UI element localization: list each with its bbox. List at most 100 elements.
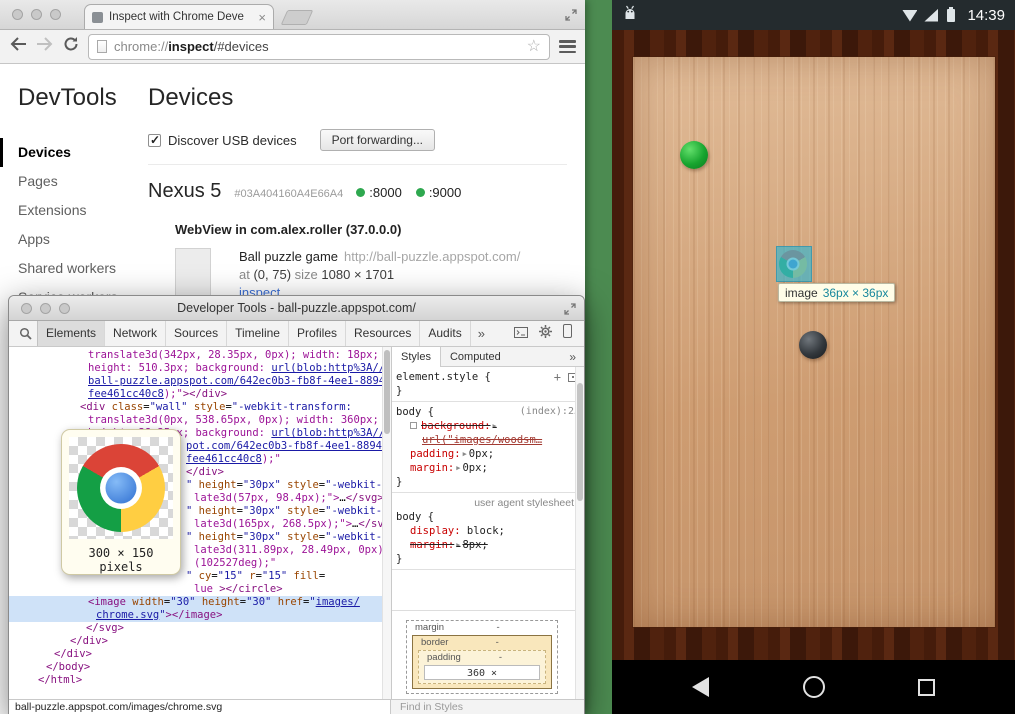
box-model-border[interactable]: border- padding- 360 × bbox=[412, 635, 552, 689]
settings-gear-icon[interactable] bbox=[539, 325, 552, 343]
code-line[interactable]: </div> bbox=[9, 635, 391, 648]
status-bar-clock: 14:39 bbox=[967, 7, 1005, 24]
scrollbar-thumb[interactable] bbox=[384, 350, 390, 434]
sidebar-item-extensions[interactable]: Extensions bbox=[0, 196, 132, 225]
minimize-window-button[interactable] bbox=[31, 9, 42, 20]
devtools-titlebar: Developer Tools - ball-puzzle.appspot.co… bbox=[9, 296, 584, 321]
devtools-toolbar: ElementsNetworkSourcesTimelineProfilesRe… bbox=[9, 321, 584, 347]
code-line[interactable]: fee461cc40c8);"></div> bbox=[9, 388, 391, 401]
more-tabs-chevron[interactable]: » bbox=[471, 326, 492, 341]
close-window-button[interactable] bbox=[12, 9, 23, 20]
scrollbar-thumb[interactable] bbox=[577, 383, 583, 501]
browser-tab[interactable]: Inspect with Chrome Deve × bbox=[84, 4, 274, 29]
fullscreen-icon[interactable] bbox=[564, 302, 576, 320]
code-line[interactable]: translate3d(0px, 538.65px, 0px); width: … bbox=[9, 414, 391, 427]
element-style-label: element.style { bbox=[396, 370, 491, 384]
new-tab-button[interactable] bbox=[281, 10, 314, 25]
box-model-content[interactable]: 360 × bbox=[424, 665, 540, 680]
styles-sidebar-tabs: Styles Computed » bbox=[392, 347, 584, 367]
reload-button[interactable] bbox=[63, 36, 79, 57]
code-line[interactable]: <image width="30" height="30" href="imag… bbox=[9, 596, 391, 609]
size-value: 1080 × 1701 bbox=[321, 267, 394, 282]
at-value: (0, 75) bbox=[253, 267, 291, 282]
bookmark-star-icon[interactable]: ☆ bbox=[527, 39, 541, 55]
desktop: { "colors": { "selection_blue": "#cfe2f8… bbox=[0, 0, 1015, 714]
sidebar-item-shared-workers[interactable]: Shared workers bbox=[0, 254, 132, 283]
zoom-window-button[interactable] bbox=[59, 303, 70, 314]
box-model-padding[interactable]: padding- 360 × bbox=[418, 650, 546, 684]
elements-scrollbar[interactable] bbox=[382, 347, 391, 699]
property-enable-checkbox[interactable] bbox=[410, 422, 417, 429]
css-property-background[interactable]: background:▶ bbox=[396, 419, 580, 433]
android-nav-bar bbox=[612, 660, 1015, 714]
code-line[interactable]: ball-puzzle.appspot.com/642ec0b3-fb8f-4e… bbox=[9, 375, 391, 388]
back-nav-button[interactable] bbox=[692, 677, 709, 697]
code-line[interactable]: translate3d(342px, 28.35px, 0px); width:… bbox=[9, 349, 391, 362]
devtools-tab-resources[interactable]: Resources bbox=[346, 321, 420, 346]
discover-usb-checkbox[interactable] bbox=[148, 134, 161, 147]
port-status-dot bbox=[356, 188, 365, 197]
devtools-window-controls bbox=[21, 303, 70, 314]
image-preview-tooltip: 300 × 150 pixels bbox=[61, 429, 181, 575]
home-nav-button[interactable] bbox=[803, 676, 825, 698]
devtools-tab-sources[interactable]: Sources bbox=[166, 321, 227, 346]
chrome-menu-icon[interactable] bbox=[559, 40, 576, 53]
css-property-display[interactable]: display: block; bbox=[396, 524, 580, 538]
styles-scrollbar[interactable] bbox=[575, 367, 584, 699]
element-style-section: element.style { + } bbox=[392, 367, 584, 402]
size-label: size bbox=[295, 267, 318, 282]
sidebar-item-apps[interactable]: Apps bbox=[0, 225, 132, 254]
tab-close-icon[interactable]: × bbox=[258, 12, 266, 23]
chrome-logo-image bbox=[77, 444, 165, 532]
fullscreen-icon[interactable] bbox=[565, 8, 577, 26]
sidebar-item-devices[interactable]: Devices bbox=[0, 138, 132, 167]
code-line[interactable]: </html> bbox=[9, 674, 391, 687]
tab-styles[interactable]: Styles bbox=[392, 347, 441, 367]
inspect-highlight-overlay bbox=[777, 247, 811, 281]
tab-computed[interactable]: Computed bbox=[441, 347, 510, 367]
recents-nav-button[interactable] bbox=[918, 679, 935, 696]
more-sidebar-tabs-chevron[interactable]: » bbox=[569, 350, 584, 364]
inspect-sidebar-items: DevicesPagesExtensionsAppsShared workers… bbox=[0, 138, 132, 312]
code-line[interactable]: height: 510.3px; background: url(blob:ht… bbox=[9, 362, 391, 375]
devtools-tab-audits[interactable]: Audits bbox=[420, 321, 470, 346]
back-button[interactable] bbox=[9, 36, 27, 57]
forward-button[interactable] bbox=[36, 36, 54, 57]
css-property-margin-ua[interactable]: margin:▶8px; bbox=[396, 538, 580, 552]
minimize-window-button[interactable] bbox=[40, 303, 51, 314]
devtools-tab-network[interactable]: Network bbox=[105, 321, 166, 346]
devtools-tab-timeline[interactable]: Timeline bbox=[227, 321, 289, 346]
box-model-margin[interactable]: margin- border- padding- 360 × bbox=[406, 620, 558, 694]
code-line[interactable]: </svg> bbox=[9, 622, 391, 635]
green-ball[interactable] bbox=[680, 141, 708, 169]
css-property-margin[interactable]: margin:▶0px; bbox=[396, 461, 580, 475]
zoom-window-button[interactable] bbox=[50, 9, 61, 20]
close-window-button[interactable] bbox=[21, 303, 32, 314]
game-board[interactable]: image 36px × 36px bbox=[633, 57, 995, 627]
code-line[interactable]: lue ></circle> bbox=[9, 583, 391, 596]
rule-source-link[interactable]: (index):25 bbox=[520, 405, 580, 419]
devtools-tab-elements[interactable]: Elements bbox=[37, 321, 105, 346]
code-line[interactable]: chrome.svg"></image> bbox=[9, 609, 391, 622]
device-ports: :8000:9000 bbox=[356, 185, 461, 200]
devtools-tab-profiles[interactable]: Profiles bbox=[289, 321, 346, 346]
console-drawer-icon[interactable] bbox=[514, 325, 528, 343]
dark-ball[interactable] bbox=[799, 331, 827, 359]
devtools-window-title: Developer Tools - ball-puzzle.appspot.co… bbox=[177, 301, 416, 315]
find-styles-input[interactable]: Find in Styles bbox=[391, 700, 584, 714]
device-mode-icon[interactable] bbox=[563, 324, 572, 343]
closing-brace: } bbox=[396, 475, 580, 489]
code-line[interactable]: </body> bbox=[9, 661, 391, 674]
css-value-background-url[interactable]: url("images/woodsm… bbox=[396, 433, 580, 447]
user-agent-stylesheet-label: user agent stylesheet bbox=[396, 496, 580, 510]
devtools-window: Developer Tools - ball-puzzle.appspot.co… bbox=[8, 295, 585, 714]
port-badge: :9000 bbox=[416, 185, 462, 200]
search-icon[interactable] bbox=[14, 327, 37, 340]
address-bar[interactable]: chrome://inspect/#devices ☆ bbox=[88, 34, 550, 60]
port-forwarding-button[interactable]: Port forwarding... bbox=[320, 129, 435, 151]
new-style-rule-icon[interactable]: + bbox=[554, 372, 561, 382]
sidebar-item-pages[interactable]: Pages bbox=[0, 167, 132, 196]
css-property-padding[interactable]: padding:▶0px; bbox=[396, 447, 580, 461]
code-line[interactable]: <div class="wall" style="-webkit-transfo… bbox=[9, 401, 391, 414]
code-line[interactable]: </div> bbox=[9, 648, 391, 661]
